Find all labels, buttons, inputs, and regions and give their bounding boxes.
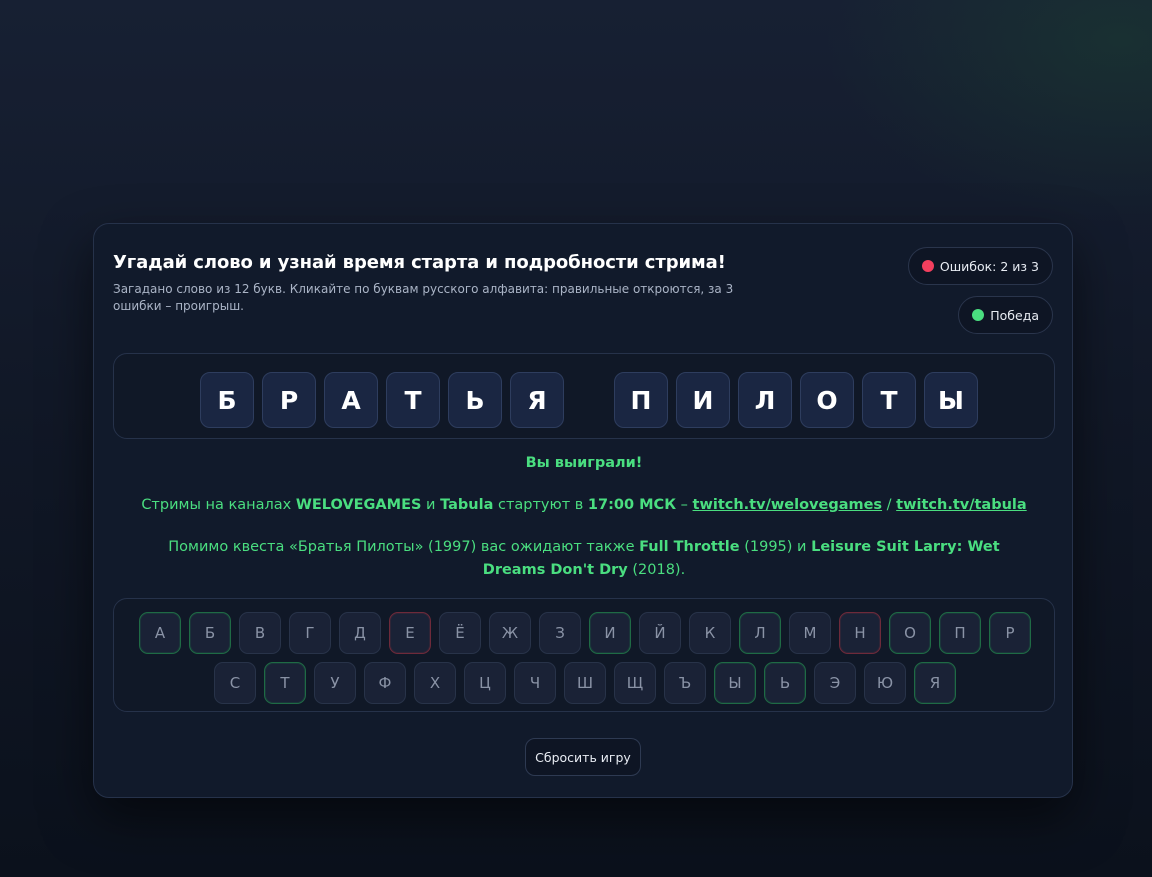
- reset-game-button[interactable]: Сбросить игру: [525, 738, 641, 776]
- letter-tile: Т: [386, 372, 440, 428]
- letter-key[interactable]: Н: [839, 612, 881, 654]
- stream-and: и: [421, 497, 441, 513]
- games-info: Помимо квеста «Братья Пилоты» (1997) вас…: [113, 536, 1055, 582]
- win-message: Вы выиграли!: [525, 455, 643, 471]
- alphabet-keyboard: АБВГДЕЁЖЗИЙКЛМНОПР СТУФХЦЧШЩЪЫЬЭЮЯ: [113, 598, 1055, 712]
- letter-key[interactable]: Ъ: [664, 662, 706, 704]
- letter-key[interactable]: Э: [814, 662, 856, 704]
- stream-dash: –: [676, 497, 693, 513]
- game-full-throttle: Full Throttle: [639, 539, 740, 555]
- status-badge: Победа: [958, 296, 1053, 334]
- letter-key[interactable]: З: [539, 612, 581, 654]
- letter-key[interactable]: А: [139, 612, 181, 654]
- letter-key[interactable]: Т: [264, 662, 306, 704]
- letter-tile: Б: [200, 372, 254, 428]
- letter-key[interactable]: С: [214, 662, 256, 704]
- stream-middle: стартуют в: [493, 497, 588, 513]
- error-dot-icon: [921, 260, 934, 272]
- letter-key[interactable]: Ж: [489, 612, 531, 654]
- letter-tile: П: [614, 372, 668, 428]
- letter-key[interactable]: Х: [414, 662, 456, 704]
- letter-key[interactable]: В: [239, 612, 281, 654]
- status-dot-icon: [972, 309, 985, 321]
- letter-key[interactable]: Ы: [714, 662, 756, 704]
- letter-tile: Ь: [448, 372, 502, 428]
- letter-key[interactable]: Л: [739, 612, 781, 654]
- stream-slash: /: [882, 497, 897, 513]
- letter-key[interactable]: Ю: [864, 662, 906, 704]
- letter-tile: Л: [738, 372, 792, 428]
- letter-key[interactable]: Ё: [439, 612, 481, 654]
- word-display: Б Р А Т Ь Я П И Л О Т Ы: [113, 353, 1055, 439]
- letter-key[interactable]: Е: [389, 612, 431, 654]
- letter-tile: А: [324, 372, 378, 428]
- letter-key[interactable]: Б: [189, 612, 231, 654]
- letter-key[interactable]: Д: [339, 612, 381, 654]
- games-prefix: Помимо квеста «Братья Пилоты» (1997) вас…: [168, 539, 640, 555]
- link-tabula[interactable]: twitch.tv/tabula: [896, 497, 1027, 513]
- letter-key[interactable]: К: [689, 612, 731, 654]
- letter-tile: Р: [262, 372, 316, 428]
- word-space: [572, 372, 606, 428]
- letter-key[interactable]: П: [939, 612, 981, 654]
- letter-key[interactable]: О: [889, 612, 931, 654]
- games-year2: (2018).: [627, 562, 686, 578]
- stream-prefix: Стримы на каналах: [141, 497, 296, 513]
- letter-key[interactable]: Ц: [464, 662, 506, 704]
- letter-key[interactable]: Ч: [514, 662, 556, 704]
- games-year1: (1995) и: [739, 539, 812, 555]
- letter-key[interactable]: М: [789, 612, 831, 654]
- channel-tabula: Tabula: [440, 497, 494, 513]
- letter-tile: Т: [862, 372, 916, 428]
- letter-key[interactable]: Г: [289, 612, 331, 654]
- errors-value: 2 из 3: [1000, 258, 1039, 274]
- letter-tile: Я: [510, 372, 564, 428]
- letter-key[interactable]: Я: [914, 662, 956, 704]
- letter-tile: Ы: [924, 372, 978, 428]
- letter-key[interactable]: Ш: [564, 662, 606, 704]
- letter-key[interactable]: Щ: [614, 662, 656, 704]
- status-label: Победа: [990, 307, 1039, 323]
- stream-time: 17:00 МСК: [587, 497, 677, 513]
- letter-tile: О: [800, 372, 854, 428]
- letter-key[interactable]: Ф: [364, 662, 406, 704]
- letter-key[interactable]: Р: [989, 612, 1031, 654]
- stream-info: Стримы на каналах WELOVEGAMES и Tabula с…: [113, 494, 1055, 517]
- errors-label: Ошибок:: [939, 258, 997, 274]
- channel-welovegames: WELOVEGAMES: [295, 497, 422, 513]
- letter-tile: И: [676, 372, 730, 428]
- letter-key[interactable]: У: [314, 662, 356, 704]
- word-tiles: Б Р А Т Ь Я П И Л О Т Ы: [200, 372, 986, 428]
- page-title: Угадай слово и узнай время старта и подр…: [113, 252, 726, 273]
- keyboard-row-1: АБВГДЕЁЖЗИЙКЛМНОПР: [114, 612, 1056, 654]
- letter-key[interactable]: Й: [639, 612, 681, 654]
- link-welovegames[interactable]: twitch.tv/welovegames: [693, 497, 883, 513]
- keyboard-row-2: СТУФХЦЧШЩЪЫЬЭЮЯ: [114, 662, 1056, 704]
- errors-badge: Ошибок: 2 из 3: [907, 247, 1053, 285]
- game-instructions: Загадано слово из 12 букв. Кликайте по б…: [113, 282, 734, 313]
- game-card: Угадай слово и узнай время старта и подр…: [93, 223, 1073, 798]
- letter-key[interactable]: И: [589, 612, 631, 654]
- letter-key[interactable]: Ь: [764, 662, 806, 704]
